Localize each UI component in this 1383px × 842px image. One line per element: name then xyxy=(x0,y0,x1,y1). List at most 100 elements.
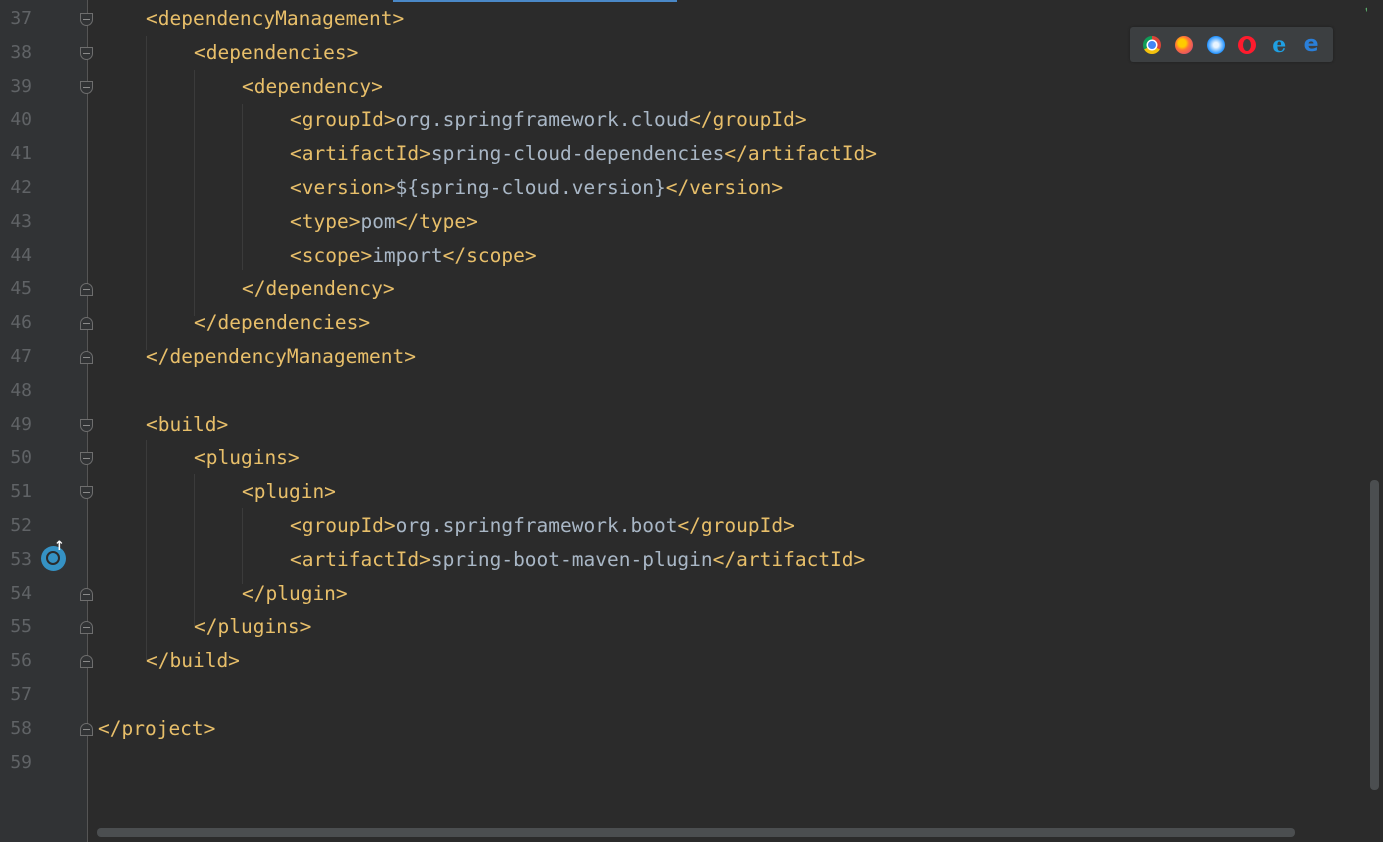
fold-marker-icon[interactable] xyxy=(80,13,93,26)
code-line[interactable]: </project> xyxy=(98,712,215,746)
fold-marker-icon[interactable] xyxy=(80,418,93,432)
fold-marker-icon[interactable] xyxy=(80,317,93,331)
tab-underline xyxy=(393,0,677,2)
chrome-icon[interactable] xyxy=(1142,35,1161,54)
vertical-scrollbar-thumb[interactable] xyxy=(1370,480,1379,790)
xml-text: spring-cloud-dependencies xyxy=(430,142,725,166)
code-line[interactable]: <groupId>org.springframework.cloud</grou… xyxy=(290,103,807,137)
line-number: 38 xyxy=(10,41,32,63)
fold-marker-icon[interactable] xyxy=(80,80,93,94)
line-number: 50 xyxy=(10,447,32,469)
safari-icon[interactable] xyxy=(1206,35,1225,54)
line-number: 41 xyxy=(10,143,32,165)
xml-text: org.springframework.boot xyxy=(395,514,678,537)
xml-tag: <scope> xyxy=(290,243,373,267)
xml-tag: </version> xyxy=(665,176,784,199)
firefox-icon[interactable] xyxy=(1174,35,1193,54)
code-line[interactable]: </build> xyxy=(146,644,240,678)
run-gutter-icon[interactable] xyxy=(41,539,66,571)
xml-tag: </groupId> xyxy=(677,514,795,537)
xml-tag: <plugin> xyxy=(242,480,336,504)
code-line[interactable]: <dependencyManagement> xyxy=(146,2,404,36)
indent-guide xyxy=(194,70,195,316)
indent-guide xyxy=(146,440,147,660)
code-line[interactable]: <plugins> xyxy=(194,441,300,475)
code-line[interactable]: <version>${spring-cloud.version}</versio… xyxy=(290,171,783,205)
xml-tag: <build> xyxy=(146,412,229,436)
indent-guide xyxy=(242,104,243,270)
xml-text: org.springframework.cloud xyxy=(395,108,690,132)
code-line[interactable]: <artifactId>spring-cloud-dependencies</a… xyxy=(290,137,877,171)
fold-marker-icon[interactable] xyxy=(80,46,93,60)
xml-tag: </groupId> xyxy=(689,108,807,132)
xml-tag: </artifactId> xyxy=(724,142,878,166)
fold-marker-icon[interactable] xyxy=(80,486,93,500)
fold-marker-icon[interactable] xyxy=(80,351,93,364)
code-line[interactable]: <dependencies> xyxy=(194,36,358,70)
xml-tag: <version> xyxy=(290,176,396,199)
xml-tag: <dependencies> xyxy=(194,40,359,64)
xml-tag: <artifactId> xyxy=(290,547,431,571)
xml-tag: </plugin> xyxy=(242,581,348,605)
line-number: 56 xyxy=(10,650,32,672)
code-line[interactable]: </dependencyManagement> xyxy=(146,340,416,374)
line-number: 48 xyxy=(10,379,32,401)
xml-tag: </dependencies> xyxy=(194,311,371,335)
code-line[interactable]: <plugin> xyxy=(242,475,336,509)
xml-tag: <artifactId> xyxy=(290,142,431,166)
xml-tag: </dependencyManagement> xyxy=(146,345,417,368)
xml-text: import xyxy=(372,243,443,267)
xml-tag: </build> xyxy=(146,649,240,673)
xml-tag: <dependency> xyxy=(242,74,383,98)
fold-marker-icon[interactable] xyxy=(80,587,93,601)
line-number: 44 xyxy=(10,244,32,266)
line-number: 37 xyxy=(10,8,32,29)
xml-tag: </scope> xyxy=(442,243,537,267)
fold-marker-icon[interactable] xyxy=(80,452,93,466)
line-number: 59 xyxy=(10,751,32,773)
code-line[interactable]: </plugin> xyxy=(242,577,348,611)
xml-tag: <type> xyxy=(290,209,361,233)
xml-tag: </project> xyxy=(98,716,216,740)
internet-explorer-icon[interactable]: e xyxy=(1270,34,1288,56)
line-number: 53 xyxy=(10,548,32,570)
xml-tag: </dependency> xyxy=(242,277,395,301)
xml-text: ${spring-cloud.version} xyxy=(395,176,666,199)
line-number: 39 xyxy=(10,75,32,97)
line-number: 45 xyxy=(10,278,32,300)
horizontal-scrollbar-thumb[interactable] xyxy=(97,828,1295,837)
code-line[interactable]: <artifactId>spring-boot-maven-plugin</ar… xyxy=(290,543,865,577)
xml-tag: <dependencyManagement> xyxy=(146,7,405,30)
code-line[interactable]: <build> xyxy=(146,408,228,442)
code-line[interactable]: <type>pom</type> xyxy=(290,205,478,239)
xml-tag: </artifactId> xyxy=(712,547,866,571)
xml-tag: </plugins> xyxy=(194,615,312,639)
line-number: 55 xyxy=(10,616,32,638)
line-number: 47 xyxy=(10,346,32,367)
code-line[interactable]: </plugins> xyxy=(194,610,311,644)
browser-preview-bar: e e xyxy=(1130,27,1333,62)
code-line[interactable]: <scope>import</scope> xyxy=(290,239,537,273)
xml-tag: <groupId> xyxy=(290,108,396,132)
line-number: 58 xyxy=(10,717,32,739)
line-number: 51 xyxy=(10,481,32,503)
xml-text: spring-boot-maven-plugin xyxy=(430,547,713,571)
code-line[interactable]: </dependencies> xyxy=(194,306,370,340)
fold-marker-icon[interactable] xyxy=(80,621,93,635)
fold-marker-icon[interactable] xyxy=(80,283,93,297)
line-number: 43 xyxy=(10,210,32,232)
fold-marker-icon[interactable] xyxy=(80,655,93,669)
line-number: 52 xyxy=(10,515,32,536)
line-number: 42 xyxy=(10,177,32,198)
line-number: 40 xyxy=(10,109,32,131)
code-line[interactable]: </dependency> xyxy=(242,272,395,306)
indent-guide xyxy=(146,36,147,350)
fold-marker-icon[interactable] xyxy=(80,722,93,736)
edge-icon[interactable]: e xyxy=(1302,33,1320,55)
opera-icon[interactable] xyxy=(1238,35,1257,54)
line-number: 54 xyxy=(10,582,32,604)
code-line[interactable]: <dependency> xyxy=(242,70,383,104)
xml-tag: <groupId> xyxy=(290,514,396,537)
line-number: 46 xyxy=(10,312,32,334)
code-line[interactable]: <groupId>org.springframework.boot</group… xyxy=(290,509,795,543)
